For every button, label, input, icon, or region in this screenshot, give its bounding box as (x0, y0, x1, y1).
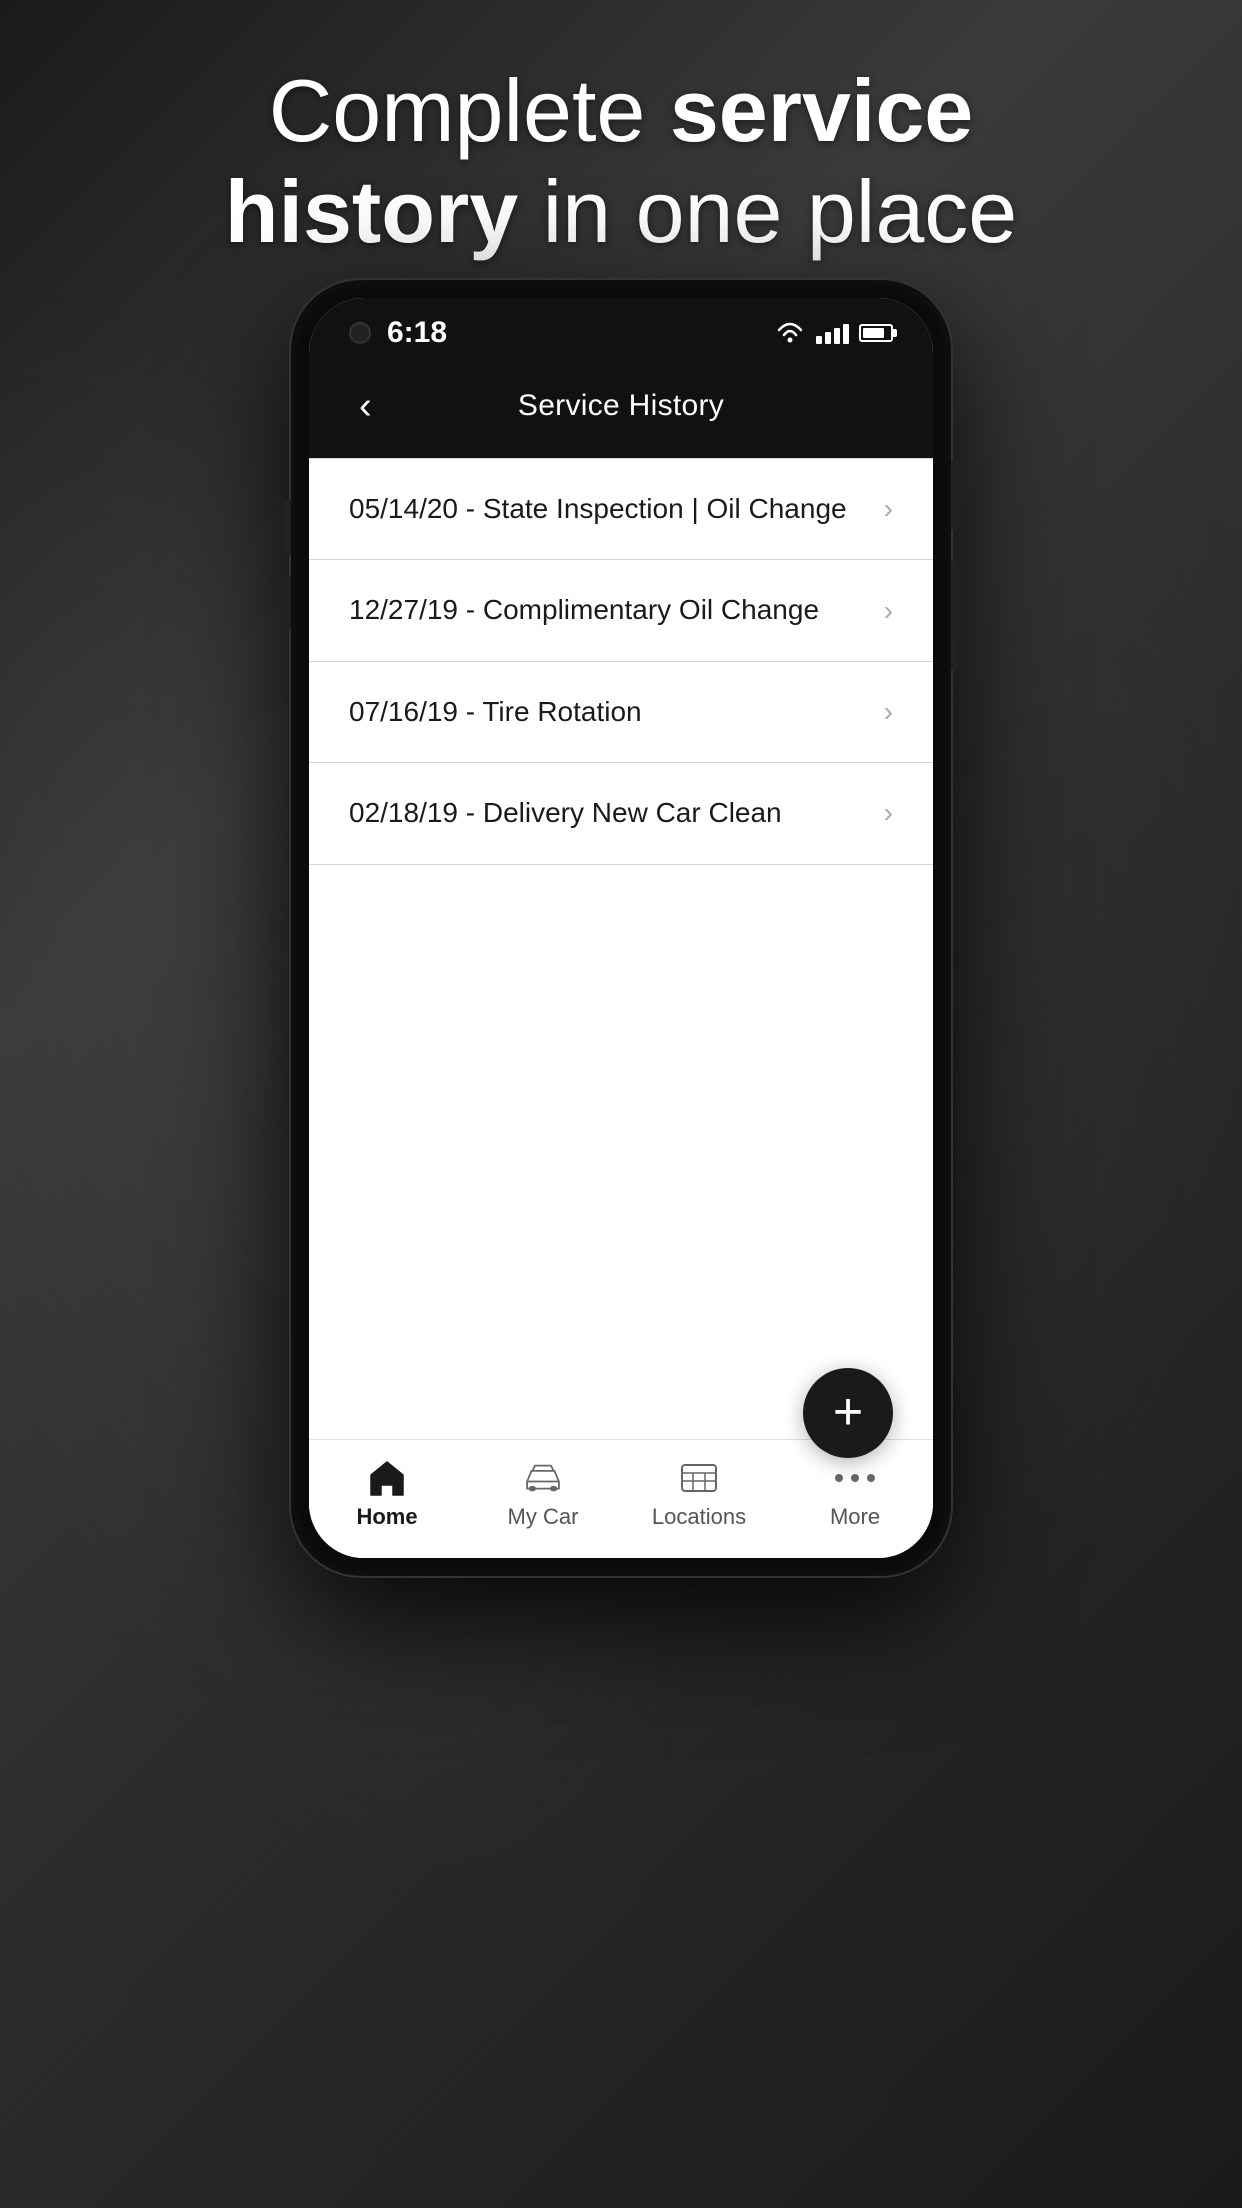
car-icon (520, 1458, 566, 1498)
add-icon: + (833, 1386, 863, 1438)
app-header: ‹ Service History (309, 362, 933, 458)
nav-item-my-car[interactable]: My Car (483, 1458, 603, 1530)
locations-icon (676, 1458, 722, 1498)
back-button[interactable]: ‹ (349, 382, 382, 430)
phone-mockup: 6:18 (291, 280, 951, 1576)
camera-dot (349, 322, 371, 344)
phone-screen: 6:18 (309, 298, 933, 1558)
nav-item-locations[interactable]: Locations (639, 1458, 759, 1530)
service-item-label-2: 12/27/19 - Complimentary Oil Change (349, 592, 819, 628)
service-item-4[interactable]: 02/18/19 - Delivery New Car Clean › (309, 763, 933, 864)
service-item-label-1: 05/14/20 - State Inspection | Oil Change (349, 491, 847, 527)
service-item-2[interactable]: 12/27/19 - Complimentary Oil Change › (309, 560, 933, 661)
chevron-right-icon-4: › (884, 797, 893, 829)
chevron-right-icon-1: › (884, 493, 893, 525)
status-icons (774, 321, 893, 345)
volume-up-button (283, 500, 291, 555)
status-time: 6:18 (387, 316, 447, 350)
service-item-label-3: 07/16/19 - Tire Rotation (349, 694, 642, 730)
nav-item-home[interactable]: Home (327, 1458, 447, 1530)
page-title: Service History (518, 389, 724, 423)
chevron-right-icon-2: › (884, 595, 893, 627)
nav-item-more[interactable]: More (795, 1458, 915, 1530)
hero-section: Complete servicehistory in one place (0, 60, 1242, 262)
add-service-fab[interactable]: + (803, 1368, 893, 1458)
hero-title: Complete servicehistory in one place (80, 60, 1162, 262)
more-icon (832, 1458, 878, 1498)
service-item-label-4: 02/18/19 - Delivery New Car Clean (349, 795, 782, 831)
content-area: 05/14/20 - State Inspection | Oil Change… (309, 458, 933, 1558)
service-item-1[interactable]: 05/14/20 - State Inspection | Oil Change… (309, 458, 933, 560)
battery-icon (859, 324, 893, 342)
service-list: 05/14/20 - State Inspection | Oil Change… (309, 458, 933, 865)
nav-label-more: More (830, 1504, 880, 1530)
nav-label-locations: Locations (652, 1504, 746, 1530)
wifi-icon (774, 321, 806, 345)
nav-label-my-car: My Car (508, 1504, 579, 1530)
signal-icon (816, 322, 849, 344)
nav-label-home: Home (356, 1504, 417, 1530)
service-item-3[interactable]: 07/16/19 - Tire Rotation › (309, 662, 933, 763)
phone-outer-shell: 6:18 (291, 280, 951, 1576)
volume-down-button (283, 575, 291, 630)
chevron-right-icon-3: › (884, 696, 893, 728)
home-icon (364, 1458, 410, 1498)
phone-side-buttons (283, 500, 291, 630)
status-bar: 6:18 (309, 298, 933, 362)
